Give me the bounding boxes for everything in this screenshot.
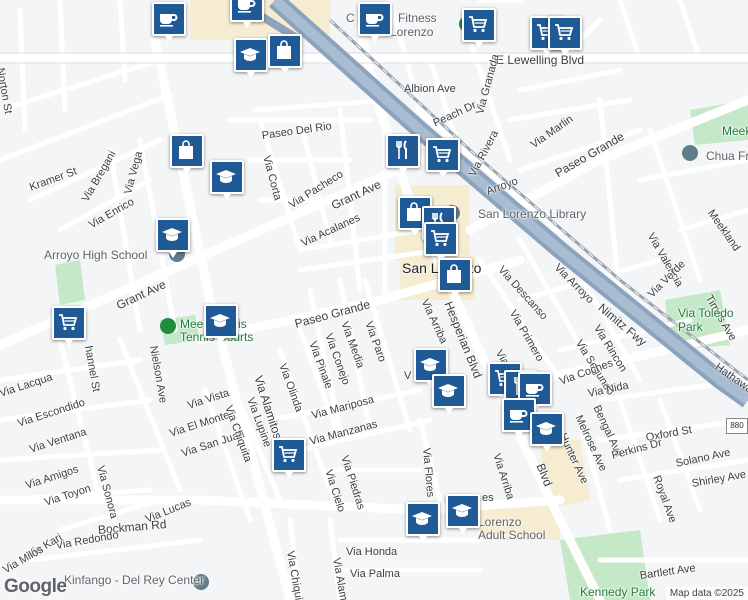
street-label-e-lewelling: E Lewelling Blvd <box>496 53 585 67</box>
grocery-marker[interactable] <box>462 8 496 48</box>
restaurant-marker[interactable] <box>386 134 420 174</box>
street-label-via-palma: Via Palma <box>350 568 400 580</box>
school-marker[interactable] <box>446 494 480 534</box>
grocery-icon <box>433 146 452 163</box>
school-icon <box>536 422 556 435</box>
park-label-via-toledo: Via Toledo Park <box>678 306 734 334</box>
street-label-es: es <box>482 492 494 504</box>
grocery-marker[interactable] <box>424 222 458 262</box>
shopping-marker[interactable] <box>438 258 472 298</box>
church-poi-icon <box>682 145 698 161</box>
cafe-icon <box>160 14 178 27</box>
street-label-albion: Albion Ave <box>404 83 456 95</box>
grocery-icon <box>555 24 574 41</box>
school-marker[interactable] <box>432 374 466 414</box>
school-marker[interactable] <box>406 502 440 542</box>
park-label-kennedy: Kennedy Park <box>580 585 656 599</box>
shopping-icon <box>447 264 461 283</box>
grocery-icon <box>469 16 488 33</box>
school-marker[interactable] <box>210 160 244 200</box>
shopping-marker[interactable] <box>170 134 204 174</box>
restaurant-icon <box>396 140 407 159</box>
freeway-shield: 880 <box>726 418 748 434</box>
school-marker[interactable] <box>530 412 564 452</box>
school-icon <box>412 512 432 525</box>
school-marker[interactable] <box>156 218 190 258</box>
school-marker[interactable] <box>234 38 268 78</box>
poi-label-chua: Chua Fr <box>706 149 748 163</box>
cafe-icon <box>366 14 384 27</box>
cafe-marker[interactable] <box>152 2 186 42</box>
grocery-marker[interactable] <box>426 138 460 178</box>
shopping-icon <box>179 140 193 159</box>
grocery-marker[interactable] <box>52 306 86 346</box>
park-poi-icon <box>160 318 176 334</box>
shopping-marker[interactable] <box>268 34 302 74</box>
cafe-icon <box>526 384 544 397</box>
map-attribution[interactable]: Map data ©2025 <box>665 587 748 600</box>
grocery-icon <box>279 446 298 463</box>
grocery-marker[interactable] <box>272 438 306 478</box>
school-icon <box>162 228 182 241</box>
grocery-icon <box>59 314 78 331</box>
street-label-via-honda: Via Honda <box>346 546 398 558</box>
poi-label-lorenzo-top: Lorenzo <box>390 25 434 39</box>
street-label-v: V <box>404 370 412 382</box>
poi-label-fitness: Fitness <box>398 11 437 25</box>
google-logo[interactable]: Google <box>4 576 67 598</box>
cafe-marker[interactable] <box>230 0 264 28</box>
poi-label-kindergo: Kinfango - Del Rey Center <box>64 573 205 587</box>
cafe-marker[interactable] <box>358 2 392 42</box>
school-icon <box>216 170 236 183</box>
grocery-icon <box>431 230 450 247</box>
poi-label-mission: C <box>346 11 355 25</box>
shopping-icon <box>277 40 291 59</box>
cafe-icon <box>238 0 256 13</box>
poi-label-adult-school: Lorenzo Adult School <box>478 515 546 542</box>
park-label-meek: Meek <box>722 124 748 138</box>
school-icon <box>420 358 440 371</box>
school-icon <box>438 384 458 397</box>
poi-label-arroyo-high: Arroyo High School <box>44 248 148 262</box>
poi-label-library: San Lorenzo Library <box>478 207 587 221</box>
school-icon <box>452 504 472 517</box>
school-marker[interactable] <box>204 304 238 344</box>
school-icon <box>240 48 260 61</box>
grocery-marker[interactable] <box>548 16 582 56</box>
map-canvas[interactable]: 880 E Lewelling Blvd Albion Ave Paseo De… <box>0 0 748 600</box>
school-icon <box>210 314 230 327</box>
cafe-icon <box>510 410 528 423</box>
